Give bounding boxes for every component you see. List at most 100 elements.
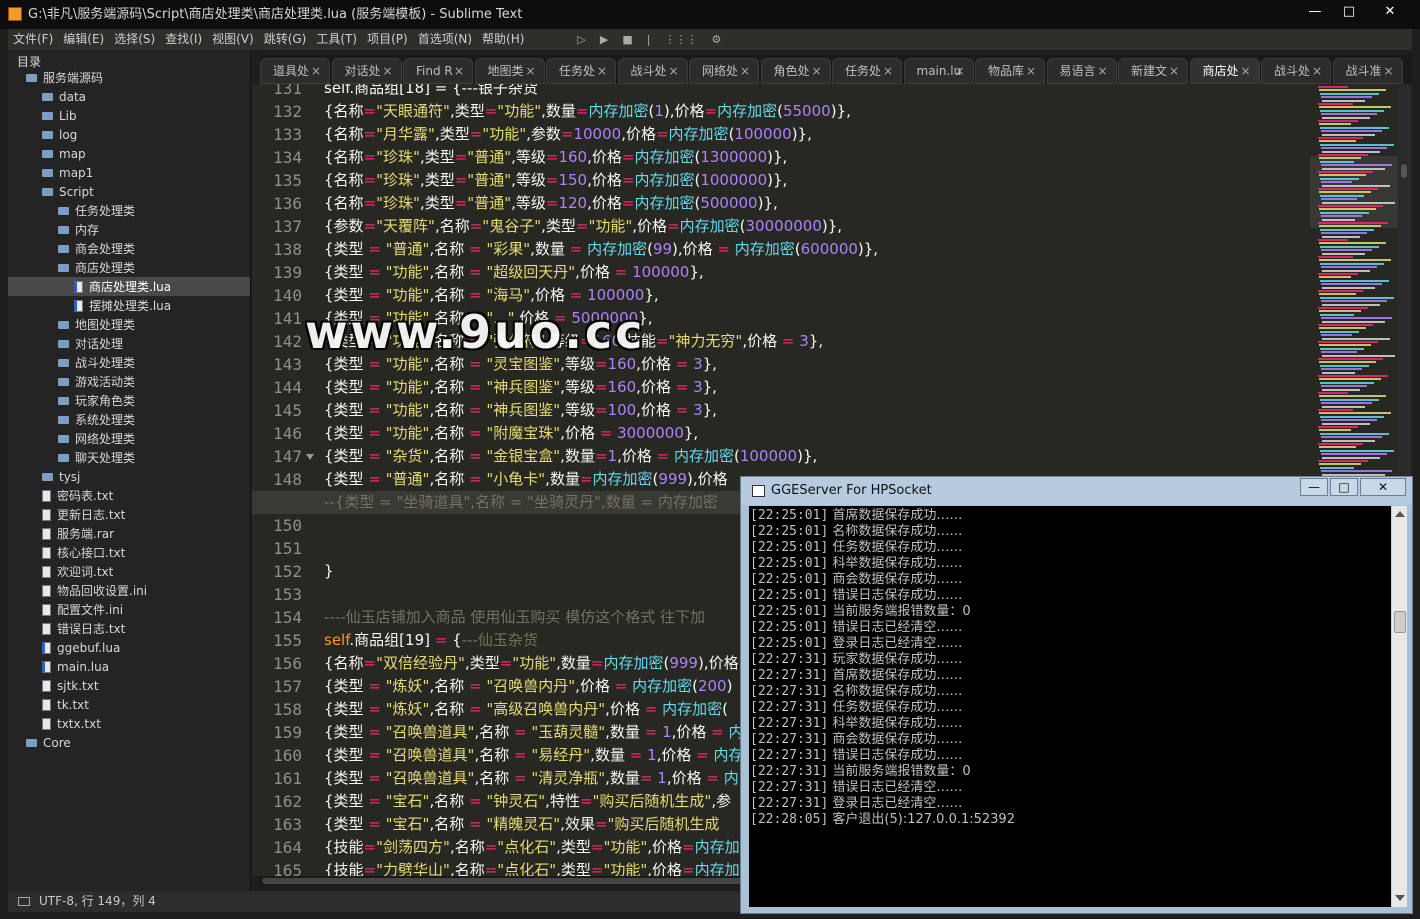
editor-tab[interactable]: Find R × [403, 58, 473, 84]
tab-close-icon[interactable]: × [1312, 59, 1322, 83]
tree-item[interactable]: 内存 [8, 220, 250, 239]
editor-tab[interactable]: 道具处 × [260, 58, 330, 84]
panel-toggle-icon[interactable] [18, 897, 30, 906]
tree-item[interactable]: data [8, 87, 250, 106]
editor-tab[interactable]: 战斗处 × [1261, 58, 1331, 84]
editor-tab[interactable]: 战斗处 × [617, 58, 688, 84]
tab-close-icon[interactable]: × [1097, 59, 1107, 83]
tab-close-icon[interactable]: × [740, 59, 750, 83]
tab-close-icon[interactable]: × [454, 59, 464, 83]
fold-arrow-icon[interactable] [306, 454, 314, 460]
console-maximize-button[interactable]: □ [1330, 478, 1358, 496]
tree-item[interactable]: 摆摊处理类.lua [8, 296, 250, 315]
editor-tab[interactable]: 任务处 × [832, 58, 902, 84]
tree-item[interactable]: 欢迎词.txt [8, 562, 250, 581]
tree-item[interactable]: 战斗处理类 [8, 353, 250, 372]
tree-item[interactable]: 地图处理类 [8, 315, 250, 334]
tree-item[interactable]: Core [8, 733, 250, 752]
tree-item[interactable]: 游戏活动类 [8, 372, 250, 391]
tree-item[interactable]: 聊天处理类 [8, 448, 250, 467]
menu-item[interactable]: 工具(T) [311, 29, 362, 50]
tree-item[interactable]: map1 [8, 163, 250, 182]
editor-tab[interactable]: 任务处 × [546, 58, 616, 84]
tree-item[interactable]: 物品回收设置.ini [8, 581, 250, 600]
editor-tab[interactable]: 物品库 × [975, 58, 1045, 84]
tree-item[interactable]: 更新日志.txt [8, 505, 250, 524]
tree-item[interactable]: 任务处理类 [8, 201, 250, 220]
tab-close-icon[interactable]: × [1169, 59, 1179, 83]
minimize-button[interactable]: — [1300, 2, 1330, 22]
editor-tab[interactable]: 易语言 × [1046, 58, 1117, 84]
editor-tab[interactable]: 角色处 × [760, 58, 831, 84]
tree-item[interactable]: ggebuf.lua [8, 638, 250, 657]
tab-close-icon[interactable]: × [1026, 59, 1036, 83]
tree-item[interactable]: 服务端.rar [8, 524, 250, 543]
tab-close-icon[interactable]: × [525, 59, 535, 83]
menu-item[interactable]: 查找(I) [160, 29, 207, 50]
horizontal-scrollbar[interactable] [258, 876, 748, 886]
tree-item[interactable]: txtx.txt [8, 714, 250, 733]
tree-item[interactable]: log [8, 125, 250, 144]
menu-item[interactable]: 编辑(E) [58, 29, 109, 50]
console-minimize-button[interactable]: — [1300, 478, 1328, 496]
editor-tab[interactable]: 地图类 × [474, 58, 545, 84]
tab-close-icon[interactable]: × [811, 59, 821, 83]
tree-item[interactable]: 错误日志.txt [8, 619, 250, 638]
tree-item[interactable]: 服务端源码 [8, 68, 250, 87]
tree-item[interactable]: tysj [8, 467, 250, 486]
menu-item[interactable]: 视图(V) [207, 29, 259, 50]
tree-item[interactable]: 对话处理 [8, 334, 250, 353]
tab-close-icon[interactable]: × [668, 59, 678, 83]
editor-scroll-thumb[interactable] [1401, 164, 1407, 178]
editor-tab[interactable]: 新建文 × [1118, 58, 1188, 84]
menu-item[interactable]: 跳转(G) [259, 29, 312, 50]
tree-item[interactable]: 商店处理类 [8, 258, 250, 277]
menu-item[interactable]: 帮助(H) [477, 29, 529, 50]
console-title-bar[interactable]: GGEServer For HPSocket — □ ✕ [741, 477, 1412, 505]
menu-item[interactable]: 选择(S) [109, 29, 160, 50]
maximize-button[interactable]: □ [1334, 2, 1364, 22]
tree-item[interactable]: 商店处理类.lua [8, 277, 250, 296]
tree-item[interactable]: tk.txt [8, 695, 250, 714]
tab-close-icon[interactable]: × [954, 59, 964, 83]
editor-tab[interactable]: 战斗准 × [1332, 58, 1403, 84]
menu-item[interactable]: 首选项(N) [413, 29, 477, 50]
console-output[interactable]: [22:25:01] 首席数据保存成功…… [22:25:01] 名称数据保存成功… [749, 506, 1391, 907]
tree-item[interactable]: 系统处理类 [8, 410, 250, 429]
tree-item[interactable]: 密码表.txt [8, 486, 250, 505]
dots-icon[interactable]: ⋮⋮⋮ [664, 29, 697, 50]
console-scrollbar[interactable] [1391, 506, 1407, 907]
tree-item[interactable]: sjtk.txt [8, 676, 250, 695]
editor-tab[interactable]: 网络处 × [689, 58, 759, 84]
horizontal-scroll-thumb[interactable] [262, 878, 742, 884]
tree-item[interactable]: 网络处理类 [8, 429, 250, 448]
tab-close-icon[interactable]: × [1240, 59, 1250, 83]
run-icon[interactable]: ▶ [600, 29, 608, 50]
console-scroll-thumb[interactable] [1394, 611, 1406, 633]
gear-icon[interactable]: ⚙ [711, 29, 721, 50]
tree-item[interactable]: 核心接口.txt [8, 543, 250, 562]
scroll-down-icon[interactable] [1395, 895, 1405, 901]
tree-item[interactable]: 配置文件.ini [8, 600, 250, 619]
title-bar[interactable]: G:\非凡\服务端源码\Script\商店处理类\商店处理类.lua (服务端模… [0, 0, 1420, 29]
tab-close-icon[interactable]: × [883, 59, 893, 83]
tree-item[interactable]: main.lua [8, 657, 250, 676]
menu-item[interactable]: 项目(P) [362, 29, 413, 50]
tree-item[interactable]: map [8, 144, 250, 163]
editor-tab[interactable]: 对话处 × [331, 58, 402, 84]
tab-close-icon[interactable]: × [311, 59, 321, 83]
tab-close-icon[interactable]: × [597, 59, 607, 83]
menu-item[interactable]: 文件(F) [8, 29, 58, 50]
tree-item[interactable]: 玩家角色类 [8, 391, 250, 410]
stop-icon[interactable]: ■ [622, 29, 632, 50]
tree-item[interactable]: Script [8, 182, 250, 201]
play-icon[interactable]: ▷ [577, 29, 585, 50]
close-button[interactable]: ✕ [1368, 2, 1412, 22]
scroll-up-icon[interactable] [1395, 511, 1405, 517]
editor-tab[interactable]: 商店处 × [1189, 58, 1260, 84]
editor-tab[interactable]: main.lu × [903, 58, 974, 84]
tab-close-icon[interactable]: × [1383, 59, 1393, 83]
tree-item[interactable]: Lib [8, 106, 250, 125]
tab-close-icon[interactable]: × [382, 59, 392, 83]
console-close-button[interactable]: ✕ [1360, 478, 1406, 496]
